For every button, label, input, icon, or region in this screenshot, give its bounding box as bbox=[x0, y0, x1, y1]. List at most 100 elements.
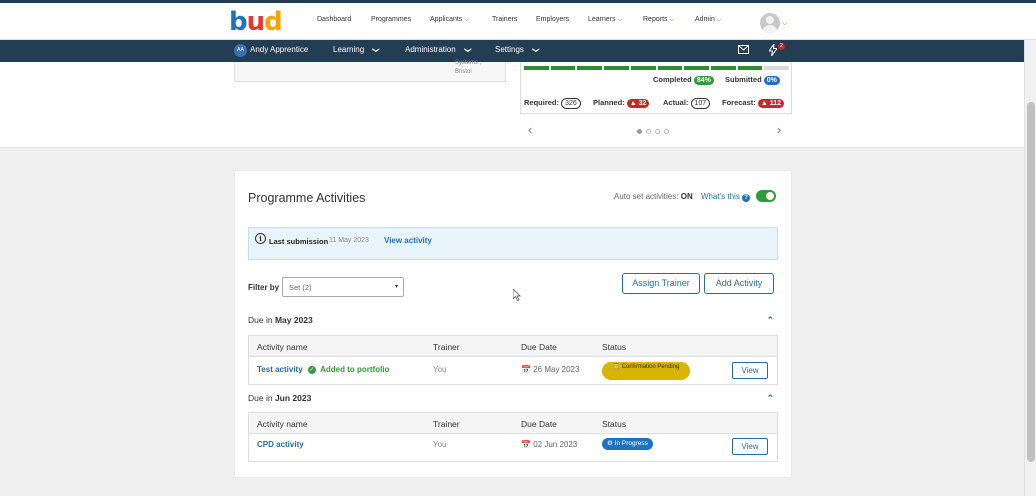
progress-segment bbox=[684, 66, 709, 70]
whats-this-link[interactable]: What's this ? bbox=[701, 192, 751, 202]
carousel-dot[interactable] bbox=[646, 129, 651, 134]
chevron-down-icon[interactable]: ⌵ bbox=[782, 20, 787, 28]
progress-segment bbox=[710, 66, 736, 70]
nav-programmes[interactable]: Programmes bbox=[371, 16, 411, 23]
mouse-cursor-icon bbox=[513, 289, 521, 301]
last-submission-label: Last submission bbox=[269, 237, 329, 246]
autoset-label: Auto set activities: bbox=[614, 192, 679, 201]
employer-address-line1: Systems , bbox=[455, 60, 482, 66]
page-scrollbar[interactable] bbox=[1024, 40, 1036, 496]
carousel-dots bbox=[637, 126, 673, 136]
group-header-may[interactable]: Due in May 2023 ⌃ bbox=[248, 315, 778, 325]
nav-applicants[interactable]: Applicants ⌵ bbox=[430, 16, 469, 24]
portfolio-badge: Added to portfolio bbox=[320, 365, 390, 374]
progress-segment bbox=[737, 66, 763, 70]
progress-bar bbox=[524, 66, 790, 70]
group-month: Jun 2023 bbox=[274, 393, 312, 403]
nav-dashboard[interactable]: Dashboard bbox=[317, 16, 351, 23]
top-navbar: bud Dashboard Programmes Applicants ⌵ Tra… bbox=[0, 0, 1036, 40]
filter-select[interactable]: Set (2) ▾ bbox=[282, 277, 404, 297]
due-date-value: 26 May 2023 bbox=[533, 365, 580, 374]
col-trainer: Trainer bbox=[433, 419, 460, 429]
col-due-date: Due Date bbox=[521, 342, 557, 352]
activity-link[interactable]: Test activity bbox=[257, 365, 303, 374]
submitted-label: Submitted bbox=[725, 75, 762, 84]
actual-badge: 107 bbox=[690, 98, 711, 109]
menu-settings-label: Settings bbox=[495, 45, 524, 54]
menu-settings[interactable]: Settings ❯ bbox=[495, 45, 539, 54]
menu-learning[interactable]: Learning ❯ bbox=[333, 45, 379, 54]
filter-value: Set (2) bbox=[289, 283, 312, 292]
lightning-icon[interactable] bbox=[769, 44, 777, 56]
group-month: May 2023 bbox=[274, 315, 313, 325]
status-label: In Progress bbox=[614, 440, 648, 447]
menu-administration-label: Administration bbox=[405, 45, 456, 54]
bud-logo[interactable]: bud bbox=[229, 9, 283, 35]
carousel-prev-icon[interactable]: ‹ bbox=[528, 122, 532, 137]
chevron-down-icon: ❯ bbox=[372, 47, 380, 53]
calendar-icon: 📅 bbox=[521, 365, 531, 374]
warning-icon: ▲ bbox=[629, 100, 637, 107]
nav-trainers[interactable]: Trainers bbox=[492, 16, 517, 23]
completed-label: Completed bbox=[653, 75, 692, 84]
chevron-down-icon: ⌵ bbox=[669, 17, 675, 23]
status-badge: ⌛ Confirmation Pending bbox=[602, 362, 690, 380]
carousel-dot[interactable] bbox=[664, 129, 669, 134]
menu-administration[interactable]: Administration ❯ bbox=[405, 45, 471, 54]
table-header: Activity name Trainer Due Date Status bbox=[249, 413, 777, 434]
required-badge: 326 bbox=[561, 98, 581, 109]
group-prefix: Due in bbox=[248, 315, 273, 325]
nav-admin[interactable]: Admin ⌵ bbox=[695, 16, 721, 24]
add-activity-button[interactable]: Add Activity bbox=[704, 273, 774, 294]
activities-table-jun: Activity name Trainer Due Date Status CP… bbox=[248, 412, 778, 462]
planned-badge: ▲ 32 bbox=[626, 99, 650, 108]
nav-reports[interactable]: Reports ⌵ bbox=[643, 16, 674, 24]
view-activity-link[interactable]: View activity bbox=[384, 236, 432, 245]
upper-panel bbox=[0, 62, 1024, 148]
user-initials-avatar: AA bbox=[234, 44, 247, 57]
envelope-icon[interactable] bbox=[738, 45, 749, 54]
activity-link[interactable]: CPD activity bbox=[257, 440, 304, 449]
status-badge: ⚙ In Progress bbox=[602, 438, 653, 450]
table-header: Activity name Trainer Due Date Status bbox=[249, 336, 777, 357]
col-trainer: Trainer bbox=[433, 342, 460, 352]
hourglass-icon: ⌛ bbox=[612, 364, 621, 370]
notification-badge: 2 bbox=[778, 43, 785, 50]
progress-segment bbox=[630, 66, 656, 70]
learner-subnav: AA Andy Apprentice Learning ❯ Administrat… bbox=[0, 40, 1036, 62]
filter-label: Filter by bbox=[248, 283, 280, 292]
learner-name[interactable]: Andy Apprentice bbox=[250, 45, 308, 54]
required-label: Required: bbox=[524, 98, 560, 107]
nav-learners[interactable]: Learners ⌵ bbox=[588, 16, 622, 24]
group-header-jun[interactable]: Due in Jun 2023 ⌃ bbox=[248, 393, 778, 403]
view-button[interactable]: View bbox=[732, 362, 768, 379]
info-icon: i bbox=[255, 233, 266, 244]
carousel-dot[interactable] bbox=[655, 129, 660, 134]
planned-stat: Planned: ▲ 32 bbox=[593, 98, 650, 108]
chevron-up-icon[interactable]: ⌃ bbox=[766, 393, 774, 404]
view-button[interactable]: View bbox=[732, 438, 768, 455]
chevron-down-icon: ❯ bbox=[463, 47, 471, 53]
status-label: Confirmation Pending bbox=[621, 364, 680, 370]
table-row: CPD activity You 📅 02 Jun 2023 ⚙ In Prog… bbox=[249, 434, 777, 461]
nav-admin-label: Admin bbox=[695, 16, 715, 23]
autoset-activities: Auto set activities: ON What's this ? bbox=[614, 192, 751, 202]
carousel-dot[interactable] bbox=[637, 129, 642, 134]
chevron-up-icon[interactable]: ⌃ bbox=[766, 315, 774, 326]
autoset-state: ON bbox=[680, 192, 693, 201]
carousel-next-icon[interactable]: › bbox=[777, 122, 781, 137]
assign-trainer-button[interactable]: Assign Trainer bbox=[622, 273, 700, 294]
help-icon: ? bbox=[742, 194, 751, 202]
employer-address: Systems , Bristol bbox=[455, 59, 481, 77]
col-status: Status bbox=[602, 419, 627, 429]
due-date-value: 02 Jun 2023 bbox=[533, 440, 578, 449]
nav-employers[interactable]: Employers bbox=[536, 16, 569, 23]
autoset-toggle[interactable] bbox=[756, 190, 776, 202]
progress-segment bbox=[764, 66, 790, 70]
trainer-cell: You bbox=[433, 365, 447, 374]
trainer-cell: You bbox=[433, 440, 447, 449]
progress-segment bbox=[550, 66, 576, 70]
due-date-cell: 📅 26 May 2023 bbox=[521, 365, 579, 374]
scrollbar-thumb[interactable] bbox=[1027, 102, 1035, 462]
user-avatar[interactable] bbox=[760, 13, 780, 33]
